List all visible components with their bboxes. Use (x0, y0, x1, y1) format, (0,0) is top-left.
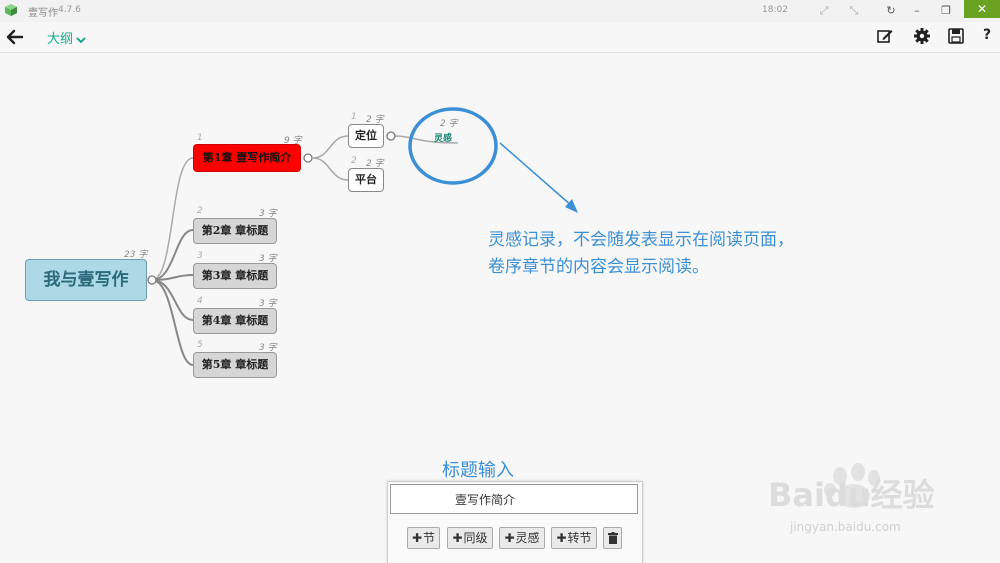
link-ch1-sub2 (312, 157, 349, 181)
help-button[interactable]: ? (983, 27, 991, 43)
link-root-ch2 (151, 229, 194, 281)
edit-icon[interactable] (876, 27, 894, 45)
root-collapse-toggle[interactable] (147, 275, 157, 285)
sub-node-positioning[interactable]: 定位 (348, 124, 384, 148)
add-section-button[interactable]: ✚节 (407, 527, 440, 549)
chapter-node-3[interactable]: 第3章 章标题 (193, 263, 277, 289)
trash-icon (607, 532, 618, 544)
exit-fullscreen-icon[interactable]: ⤡ (845, 2, 863, 20)
add-inspiration-label: 灵感 (515, 531, 540, 545)
sub-node-platform[interactable]: 平台 (348, 168, 384, 192)
sub-number: 2 (351, 156, 357, 166)
convert-section-button[interactable]: ✚转节 (551, 527, 597, 549)
plus-icon: ✚ (452, 531, 463, 545)
add-section-label: 节 (423, 531, 436, 545)
minimize-icon[interactable]: – (908, 2, 926, 20)
chapter-number: 1 (197, 133, 203, 143)
annotation-text: 灵感记录，不会随发表显示在阅读页面， 卷序章节的内容会显示阅读。 (488, 227, 794, 281)
chapter-node-2[interactable]: 第2章 章标题 (193, 218, 277, 244)
restore-icon[interactable]: ❐ (937, 2, 955, 20)
clock: 18:02 (762, 5, 788, 15)
root-node[interactable]: 我与壹写作 (25, 259, 147, 301)
link-root-ch5 (151, 279, 194, 366)
outline-dropdown[interactable]: 大纲 (47, 28, 86, 47)
link-ch1-sub1 (312, 135, 349, 159)
inspiration-node[interactable]: 灵感 (434, 131, 452, 144)
title-input-heading: 标题输入 (442, 460, 514, 481)
settings-gear-icon[interactable] (913, 27, 931, 45)
outline-label: 大纲 (47, 32, 74, 47)
add-inspiration-button[interactable]: ✚灵感 (499, 527, 545, 549)
watermark-brand: Baidu经验 (768, 476, 935, 514)
chapter-number: 4 (197, 296, 203, 306)
annotation-line-2: 卷序章节的内容会显示阅读。 (488, 257, 709, 277)
refresh-icon[interactable]: ↻ (882, 2, 900, 20)
plus-icon: ✚ (504, 531, 515, 545)
toolbar: 大纲 ? (0, 22, 1000, 53)
title-input[interactable] (390, 484, 638, 514)
annotation-line-1: 灵感记录，不会随发表显示在阅读页面， (488, 230, 794, 250)
save-icon[interactable] (947, 27, 965, 45)
add-sibling-label: 同级 (463, 531, 488, 545)
plus-icon: ✚ (556, 531, 567, 545)
delete-button[interactable] (603, 527, 622, 549)
chapter-number: 2 (197, 206, 203, 216)
app-logo-icon (5, 4, 17, 16)
close-button[interactable]: ✕ (964, 0, 1000, 18)
sub1-collapse-toggle[interactable] (386, 131, 396, 141)
app-name: 壹写作 (28, 8, 58, 19)
title-input-panel: ✚节 ✚同级 ✚灵感 ✚转节 (387, 481, 643, 563)
chapter-node-1[interactable]: 第1章 壹写作简介 (193, 144, 301, 172)
add-sibling-button[interactable]: ✚同级 (447, 527, 493, 549)
ch1-collapse-toggle[interactable] (303, 153, 313, 163)
chevron-down-icon (76, 36, 86, 43)
fullscreen-icon[interactable]: ⤢ (815, 2, 833, 20)
chapter-node-4[interactable]: 第4章 章标题 (193, 308, 277, 334)
chapter-number: 3 (197, 251, 203, 261)
plus-icon: ✚ (411, 531, 423, 545)
title-bar: 壹写作 4.7.6 18:02 ⤢ ⤡ ↻ – ❐ ✕ (0, 0, 1000, 22)
inspiration-word-count: 2 字 (440, 119, 458, 129)
back-arrow-icon[interactable] (5, 27, 25, 47)
chapter-node-5[interactable]: 第5章 章标题 (193, 352, 277, 378)
chapter-number: 5 (197, 340, 203, 350)
convert-section-label: 转节 (567, 531, 592, 545)
annotation-arrow-line (499, 142, 573, 207)
watermark-site: jingyan.baidu.com (790, 520, 901, 534)
app-version: 4.7.6 (58, 5, 81, 15)
sub-number: 1 (351, 112, 357, 122)
